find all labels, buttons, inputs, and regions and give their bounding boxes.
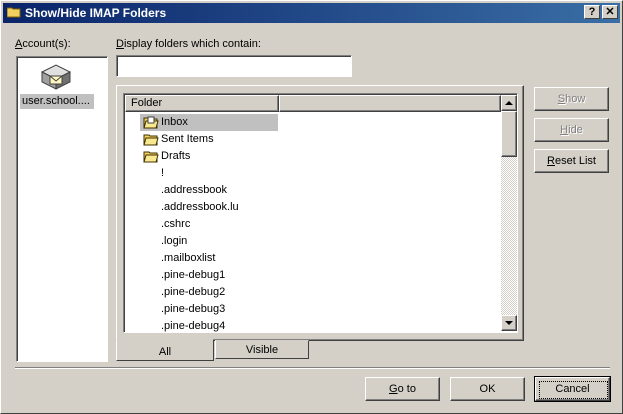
folder-rows: Inbox Sent Items Drafts! .addressbook .addre… [124, 114, 501, 332]
tab-all[interactable]: All [116, 339, 214, 361]
folder-icon [143, 151, 159, 163]
scroll-down-button[interactable] [501, 315, 517, 331]
dialog-window: Show/Hide IMAP Folders ? ✕ Account(s): u… [0, 0, 623, 414]
filter-label: Display folders which contain: [116, 38, 261, 50]
help-button[interactable]: ? [584, 5, 600, 19]
window-title: Show/Hide IMAP Folders [25, 6, 167, 20]
reset-list-button[interactable]: Reset List [534, 149, 609, 173]
arrow-up-icon [505, 101, 513, 105]
folder-row[interactable]: .addressbook.lu [124, 199, 501, 216]
folder-name: .cshrc [161, 218, 191, 230]
accounts-list[interactable]: user.school.... [16, 56, 108, 362]
tab-visible-label: Visible [245, 344, 279, 356]
vertical-scrollbar[interactable] [501, 95, 517, 331]
folder-row[interactable]: .cshrc [124, 216, 501, 233]
scroll-thumb[interactable] [501, 111, 517, 157]
folder-icon [7, 7, 21, 18]
folder-name: .login [161, 235, 188, 247]
account-item[interactable]: user.school.... [20, 94, 94, 109]
separator [15, 367, 610, 369]
folder-name: .mailboxlist [161, 252, 216, 264]
folder-name: .addressbook.lu [161, 201, 239, 213]
folder-name: Inbox [161, 116, 188, 128]
folder-name: .pine-debug3 [161, 303, 226, 315]
accounts-label: Account(s): [15, 38, 71, 50]
folder-row[interactable]: .login [124, 233, 501, 250]
folder-list[interactable]: Folder Inbox Sent Items Drafts! .addressboo… [123, 93, 518, 333]
folder-row[interactable]: Sent Items [124, 131, 501, 148]
folder-row[interactable]: .mailboxlist [124, 250, 501, 267]
cancel-button[interactable]: Cancel [534, 376, 611, 402]
hide-button[interactable]: Hide [534, 118, 609, 142]
title-bar[interactable]: Show/Hide IMAP Folders ? ✕ [3, 3, 620, 23]
tab-all-label: All [158, 346, 172, 358]
focus-rect [539, 381, 608, 399]
folder-row[interactable]: .pine-debug3 [124, 301, 501, 318]
close-button[interactable]: ✕ [602, 5, 618, 19]
folder-row[interactable]: Inbox [124, 114, 501, 131]
folder-icon [143, 134, 159, 146]
folder-name: Drafts [161, 150, 191, 162]
folder-name: ! [161, 167, 165, 179]
folder-name: .pine-debug2 [161, 286, 226, 298]
tab-visible[interactable]: Visible [215, 340, 309, 359]
folder-row[interactable]: .addressbook [124, 182, 501, 199]
folder-name: .pine-debug4 [161, 320, 226, 332]
folder-row[interactable]: .pine-debug4 [124, 318, 501, 332]
folder-row[interactable]: .pine-debug2 [124, 284, 501, 301]
show-button[interactable]: Show [534, 87, 609, 111]
folder-row[interactable]: .pine-debug1 [124, 267, 501, 284]
mail-server-icon [40, 64, 72, 90]
folder-name: .pine-debug1 [161, 269, 226, 281]
scroll-up-button[interactable] [501, 95, 517, 111]
folder-row[interactable]: ! [124, 165, 501, 182]
folder-row[interactable]: Drafts [124, 148, 501, 165]
filter-input[interactable] [116, 55, 352, 77]
arrow-down-icon [505, 321, 513, 325]
folder-name: Sent Items [161, 133, 214, 145]
empty-column-header[interactable] [279, 95, 501, 112]
ok-button[interactable]: OK [450, 377, 525, 401]
folder-name: .addressbook [161, 184, 228, 196]
go-to-button[interactable]: Go to [365, 377, 440, 401]
folder-column-header[interactable]: Folder [125, 95, 279, 112]
inbox-icon [143, 116, 159, 129]
